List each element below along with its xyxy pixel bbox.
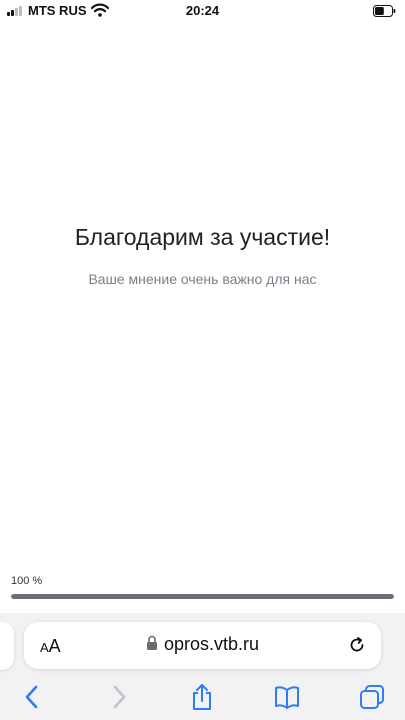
progress-bar-fill — [11, 594, 394, 599]
thank-you-title: Благодарим за участие! — [74, 224, 331, 250]
forward-icon[interactable] — [106, 683, 132, 711]
url-display[interactable]: opros.vtb.ru — [24, 634, 381, 655]
browser-toolbar: AA opros.vtb.ru — [0, 613, 405, 720]
url-text: opros.vtb.ru — [163, 634, 260, 654]
tabs-icon[interactable] — [359, 683, 385, 711]
progress-bar — [11, 594, 394, 599]
reload-icon[interactable] — [347, 635, 367, 655]
address-bar[interactable]: AA opros.vtb.ru — [24, 622, 381, 669]
thank-you-subtitle: Ваше мнение очень важно для нас — [88, 271, 317, 287]
progress-label: 100 % — [11, 575, 43, 587]
lock-icon — [146, 635, 157, 650]
battery-icon — [373, 5, 396, 17]
previous-tab-card[interactable] — [0, 622, 14, 670]
back-icon[interactable] — [19, 683, 45, 711]
share-icon[interactable] — [189, 683, 215, 711]
status-time: 20:24 — [185, 3, 220, 18]
status-bar: MTS RUS 20:24 — [0, 0, 405, 24]
bookmarks-icon[interactable] — [274, 683, 300, 711]
